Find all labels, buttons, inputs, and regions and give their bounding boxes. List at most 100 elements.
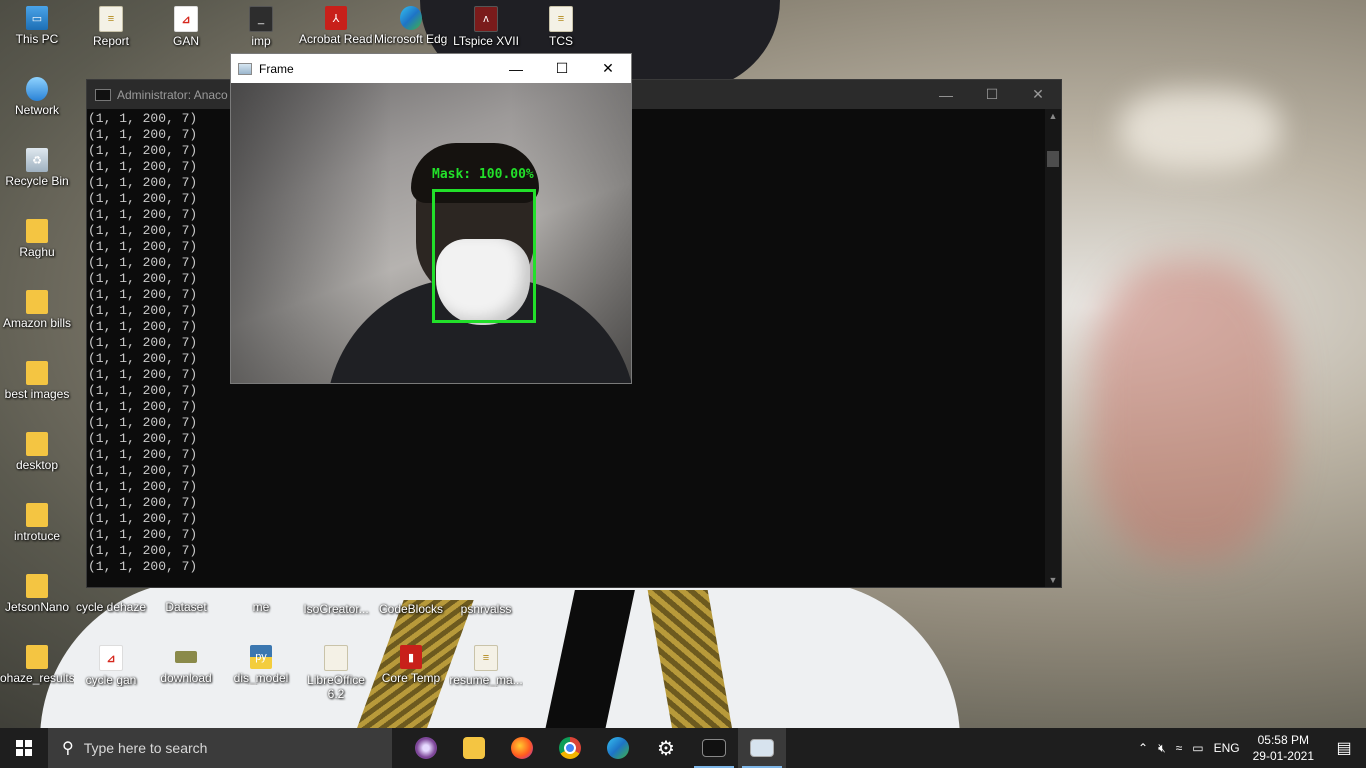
desktop-icon-tcs[interactable]: ≡ TCS [524, 0, 598, 48]
console-line: (1, 1, 200, 7) [88, 559, 198, 574]
folder-icon [26, 645, 48, 669]
frame-titlebar[interactable]: Frame — ☐ ✕ [231, 54, 631, 83]
folder-icon [463, 737, 485, 759]
desktop-icon-best-images[interactable]: best images [0, 355, 74, 401]
language-indicator[interactable]: ENG [1209, 741, 1245, 755]
recycle-bin-icon: ♻ [26, 148, 48, 172]
document-icon: ≡ [99, 6, 123, 32]
gear-icon: ⚙ [657, 737, 675, 760]
taskbar: ⚲ Type here to search ⚙ ⌃ 🔇︎ ≈ ▭ ENG 05:… [0, 728, 1366, 768]
system-tray: ⌃ 🔇︎ ≈ ▭ ENG 05:58 PM 29-01-2021 ▤ [1133, 728, 1366, 768]
notification-icon[interactable]: ▤ [1322, 728, 1366, 768]
console-line: (1, 1, 200, 7) [88, 415, 198, 430]
console-line: (1, 1, 200, 7) [88, 495, 198, 510]
taskbar-settings[interactable]: ⚙ [642, 728, 690, 768]
image-icon [175, 651, 197, 663]
desktop-icon-network[interactable]: Network [0, 71, 74, 117]
coretemp-icon: ▮ [400, 645, 422, 669]
desktop-icon-introtuce[interactable]: introtuce [0, 497, 74, 543]
search-placeholder: Type here to search [83, 740, 208, 756]
folder-icon [26, 503, 48, 527]
desktop-icon-libreoffice[interactable]: LibreOffice 6.2 [299, 639, 373, 701]
desktop-icon-resume[interactable]: ≡ resume_ma... [449, 639, 523, 687]
desktop-icon-edge[interactable]: Microsoft Edge [374, 0, 448, 46]
desktop-icon-acrobat[interactable]: ⅄ Acrobat Reader DC [299, 0, 373, 46]
maximize-button[interactable]: ☐ [969, 80, 1015, 109]
desktop-icon-raghu[interactable]: Raghu [0, 213, 74, 259]
start-button[interactable] [0, 728, 48, 768]
desktop-icon-report[interactable]: ≡ Report [74, 0, 148, 48]
desktop-icon-recycle-bin[interactable]: ♻ Recycle Bin [0, 142, 74, 188]
taskbar-firefox[interactable] [498, 728, 546, 768]
desktop-icon-imp[interactable]: _ imp [224, 0, 298, 48]
desktop-icon-ltspice[interactable]: ʌ LTspice XVII [449, 0, 523, 48]
taskbar-chrome[interactable] [546, 728, 594, 768]
console-line: (1, 1, 200, 7) [88, 431, 198, 446]
taskbar-edge[interactable] [594, 728, 642, 768]
folder-icon [26, 290, 48, 314]
acrobat-icon: ⅄ [325, 6, 347, 30]
terminal-icon: _ [249, 6, 273, 32]
desktop-icon-cycle-gan[interactable]: ⊿ cycle gan [74, 639, 148, 687]
close-button[interactable]: ✕ [585, 54, 631, 83]
desktop-icon-dis-model[interactable]: py dis_model [224, 639, 298, 685]
console-line: (1, 1, 200, 7) [88, 463, 198, 478]
maximize-button[interactable]: ☐ [539, 54, 585, 83]
wallpaper-chain [647, 590, 733, 730]
wifi-icon[interactable]: ≈ [1171, 741, 1188, 755]
edge-icon [607, 737, 629, 759]
desktop-icon-ohaze-results[interactable]: ohaze_results [0, 639, 74, 685]
minimize-button[interactable]: — [493, 54, 539, 83]
console-line: (1, 1, 200, 7) [88, 527, 198, 542]
pdf-icon: ⊿ [174, 6, 198, 32]
clock-date: 29-01-2021 [1252, 749, 1314, 763]
scroll-up-icon[interactable]: ▲ [1045, 109, 1061, 123]
clock-time: 05:58 PM [1257, 733, 1309, 747]
folder-icon [26, 361, 48, 385]
folder-icon [26, 432, 48, 456]
taskbar-frame-window[interactable] [738, 728, 786, 768]
this-pc-icon: ▭ [26, 6, 48, 30]
network-icon [26, 77, 48, 101]
console-line: (1, 1, 200, 7) [88, 543, 198, 558]
close-button[interactable]: ✕ [1015, 80, 1061, 109]
detection-box [432, 189, 536, 323]
webcam-feed: Mask: 100.00% [231, 83, 631, 383]
chevron-up-icon[interactable]: ⌃ [1133, 741, 1153, 755]
minimize-button[interactable]: — [923, 80, 969, 109]
battery-icon[interactable]: ▭ [1187, 741, 1208, 755]
clock[interactable]: 05:58 PM 29-01-2021 [1245, 732, 1322, 764]
taskbar-search[interactable]: ⚲ Type here to search [48, 728, 392, 768]
console-scrollbar[interactable]: ▲ ▼ [1045, 109, 1061, 587]
folder-icon [26, 219, 48, 243]
frame-window[interactable]: Frame — ☐ ✕ Mask: 100.00% [230, 53, 632, 384]
scroll-thumb[interactable] [1047, 151, 1059, 167]
firefox-icon [511, 737, 533, 759]
ltspice-icon: ʌ [474, 6, 498, 32]
taskbar-command-prompt[interactable] [690, 728, 738, 768]
console-title: Administrator: Anaco [117, 87, 228, 102]
detection-label: Mask: 100.00% [432, 167, 534, 182]
taskbar-file-explorer[interactable] [450, 728, 498, 768]
taskbar-tor-browser[interactable] [402, 728, 450, 768]
desktop-icon-amazon-bills[interactable]: Amazon bills [0, 284, 74, 330]
console-line: (1, 1, 200, 7) [88, 511, 198, 526]
desktop-icon-core-temp[interactable]: ▮ Core Temp [374, 639, 448, 685]
speaker-muted-icon[interactable]: 🔇︎ [1153, 741, 1171, 756]
frame-window-icon [238, 62, 252, 75]
terminal-icon [95, 88, 111, 101]
frame-title: Frame [259, 61, 294, 76]
desktop-icon-desktop[interactable]: desktop [0, 426, 74, 472]
document-icon: ≡ [474, 645, 498, 671]
scroll-down-icon[interactable]: ▼ [1045, 573, 1061, 587]
edge-icon [400, 6, 422, 30]
wallpaper-highlight [1120, 90, 1280, 170]
desktop-icon-this-pc[interactable]: ▭ This PC [0, 0, 74, 46]
desktop-icon-jetsonnano[interactable]: JetsonNano [0, 568, 74, 614]
python-icon: py [250, 645, 272, 669]
console-line: (1, 1, 200, 7) [88, 479, 198, 494]
console-line: (1, 1, 200, 7) [88, 447, 198, 462]
frame-window-icon [750, 739, 774, 757]
desktop-icon-download[interactable]: download [149, 639, 223, 685]
desktop-icon-gan[interactable]: ⊿ GAN [149, 0, 223, 48]
